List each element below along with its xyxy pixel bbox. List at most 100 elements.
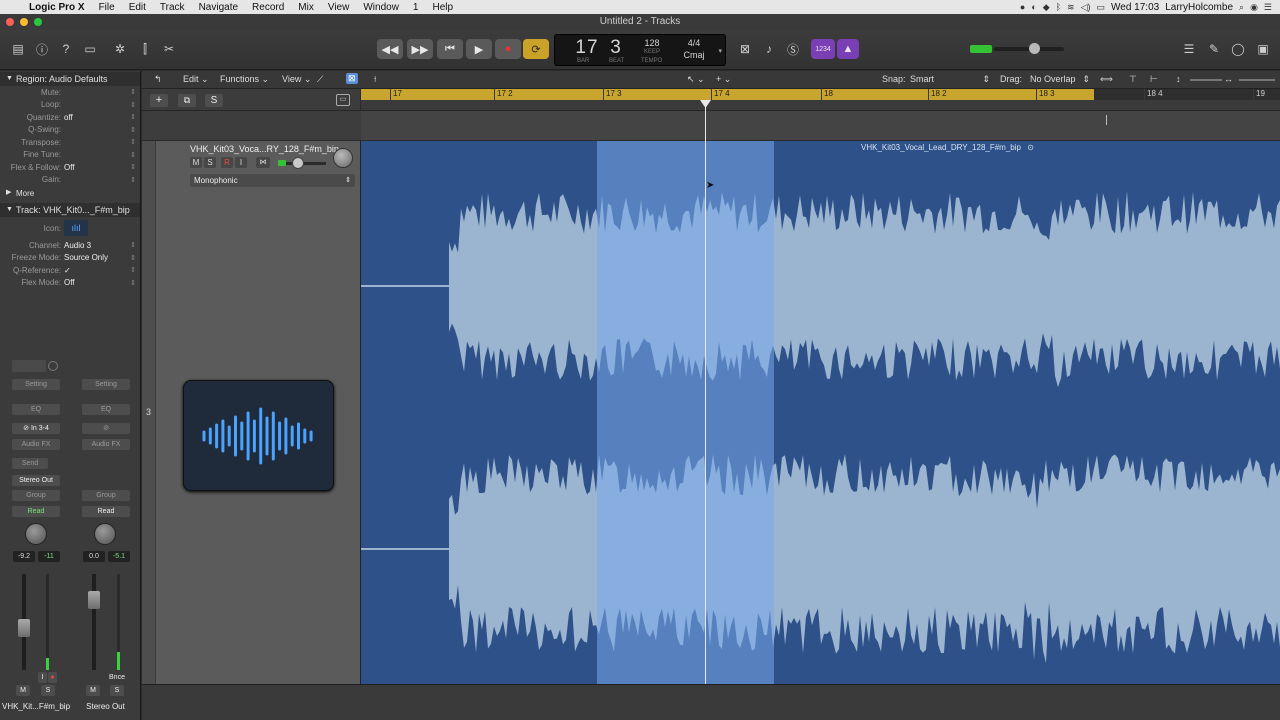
strip2-link-icon[interactable]: ⊘: [82, 423, 130, 434]
region-inspector-header[interactable]: ▼ Region: Audio Defaults: [0, 72, 140, 86]
menu-record[interactable]: Record: [245, 2, 291, 13]
lcd-dropdown-icon[interactable]: ▾: [718, 47, 722, 55]
strip2-name[interactable]: Stereo Out: [70, 702, 141, 711]
strip1-input-slot[interactable]: ⊘ In 3-4: [12, 423, 60, 434]
stepper-arrow-icon[interactable]: ⇕: [130, 176, 136, 184]
disclosure-triangle-icon[interactable]: ▼: [6, 203, 13, 217]
global-tracks-icon[interactable]: ▭: [336, 94, 350, 106]
stepper-arrow-icon[interactable]: ⇕: [130, 266, 136, 274]
volume-icon[interactable]: ◁): [1081, 2, 1091, 13]
region-value[interactable]: off: [64, 113, 73, 122]
strip2-fader-handle[interactable]: [88, 591, 100, 609]
quick-help-icon[interactable]: ?: [57, 40, 75, 58]
audio-region-waveform[interactable]: [361, 141, 1280, 684]
menubar-clock[interactable]: Wed 17:03: [1111, 2, 1159, 13]
notification-center-icon[interactable]: ☰: [1264, 2, 1272, 13]
stepper-arrow-icon[interactable]: ⇕: [130, 101, 136, 109]
track-freeze-icon[interactable]: ⋈: [256, 157, 270, 168]
fast-forward-button[interactable]: ▶▶: [407, 39, 433, 59]
region-row[interactable]: Transpose: ⇕: [0, 136, 140, 149]
editors-icon[interactable]: ✂: [160, 40, 178, 58]
status-icon[interactable]: ●: [1020, 2, 1025, 12]
track-value[interactable]: ✓: [64, 266, 71, 275]
playhead[interactable]: [705, 100, 706, 720]
strip2-volume-readout[interactable]: 0.0: [83, 551, 105, 562]
track-row[interactable]: Freeze Mode: Source Only ⇕: [0, 252, 140, 265]
functions-menu[interactable]: Functions ⌄: [220, 74, 269, 85]
menu-view[interactable]: View: [321, 2, 357, 13]
rewind-button[interactable]: ◀◀: [377, 39, 403, 59]
zoom-selector-icon[interactable]: ⟊: [374, 74, 376, 85]
record-button[interactable]: ●: [495, 39, 521, 59]
menu-file[interactable]: File: [92, 2, 122, 13]
strip1-peak-readout[interactable]: -11: [38, 551, 60, 562]
track-inspector-header[interactable]: ▼ Track: VHK_Kit0..._F#m_bip: [0, 203, 140, 217]
loop-browser-icon[interactable]: ◯: [1229, 40, 1247, 58]
menu-edit[interactable]: Edit: [122, 2, 153, 13]
toolbar-toggle-icon[interactable]: ▭: [81, 40, 99, 58]
strip1-mute-button[interactable]: M: [16, 685, 30, 696]
strip2-mute-button[interactable]: M: [86, 685, 100, 696]
tuner-icon[interactable]: ♪: [760, 40, 778, 58]
vertical-zoom-icon[interactable]: ↕: [1176, 74, 1181, 84]
stepper-arrow-icon[interactable]: ⇕: [130, 163, 136, 171]
strip2-eq-button[interactable]: EQ: [82, 404, 130, 415]
stepper-arrow-icon[interactable]: ⇕: [130, 254, 136, 262]
region-row[interactable]: Loop: ⇕: [0, 99, 140, 112]
region-row[interactable]: Mute: ⇕: [0, 86, 140, 99]
siri-icon[interactable]: ◉: [1250, 2, 1258, 13]
strip2-pan-knob[interactable]: [94, 523, 116, 545]
catch-playhead-icon[interactable]: ⊠: [346, 73, 358, 84]
strip1-fader-handle[interactable]: [18, 619, 30, 637]
notepad-icon[interactable]: ✎: [1205, 40, 1223, 58]
strip1-volume-readout[interactable]: -9.2: [13, 551, 35, 562]
waveform-zoom-icon[interactable]: ⟺: [1100, 74, 1113, 85]
drag-dropdown[interactable]: No Overlap ⇕: [1030, 74, 1090, 84]
back-arrow-icon[interactable]: ↰: [154, 74, 162, 85]
strip1-solo-button[interactable]: S: [41, 685, 55, 696]
stepper-arrow-icon[interactable]: ⇕: [130, 279, 136, 287]
track-value[interactable]: Off: [64, 278, 75, 287]
strip1-audio-fx-slot[interactable]: Audio FX: [12, 439, 60, 450]
strip2-audio-fx-slot[interactable]: Audio FX: [82, 439, 130, 450]
region-row[interactable]: Flex & Follow: Off ⇕: [0, 161, 140, 174]
disclosure-triangle-icon[interactable]: ▼: [6, 72, 13, 86]
strip2-solo-button[interactable]: S: [110, 685, 124, 696]
track-row[interactable]: Channel: Audio 3 ⇕: [0, 239, 140, 252]
menubar-user[interactable]: LarryHolcombe: [1165, 2, 1233, 13]
strip2-setting-button[interactable]: Setting: [82, 379, 130, 390]
disclosure-triangle-icon[interactable]: ▶: [6, 186, 11, 200]
track-mute-button[interactable]: M: [190, 157, 202, 168]
flex-mode-dropdown[interactable]: Monophonic ⇕: [190, 174, 355, 187]
vertical-zoom-slider[interactable]: [1190, 79, 1222, 81]
region-name[interactable]: VHK_Kit03_Vocal_Lead_DRY_128_F#m_bip ⊙: [861, 143, 1034, 152]
solo-mode-icon[interactable]: Ⓢ: [784, 40, 802, 58]
strip1-input-monitor-button[interactable]: I: [38, 672, 47, 683]
menu-track[interactable]: Track: [153, 2, 192, 13]
menu-help[interactable]: Help: [425, 2, 460, 13]
pointer-tool-icon[interactable]: ↖ ⌄: [687, 74, 705, 85]
duplicate-track-icon[interactable]: ⧉: [178, 94, 196, 107]
flex-icon[interactable]: ⟋: [317, 74, 323, 85]
track-name[interactable]: VHK_Kit03_Voca...RY_128_F#m_bip: [190, 144, 339, 154]
metronome-button[interactable]: ▲: [837, 39, 859, 59]
strip1-automation-mode[interactable]: Read: [12, 506, 60, 517]
strip1-eq-button[interactable]: EQ: [12, 404, 60, 415]
wifi-icon[interactable]: ≋: [1067, 2, 1075, 13]
go-to-beginning-button[interactable]: ⏮: [437, 39, 463, 59]
track-record-button[interactable]: R: [221, 157, 233, 168]
browser-icon[interactable]: ▣: [1254, 40, 1272, 58]
cycle-button[interactable]: ⟳: [523, 39, 549, 59]
more-disclosure[interactable]: ▶ More: [0, 186, 140, 200]
track-value[interactable]: Source Only: [64, 253, 108, 262]
track-input-monitor-button[interactable]: I: [235, 157, 247, 168]
add-track-button[interactable]: +: [150, 94, 168, 107]
stepper-arrow-icon[interactable]: ⇕: [130, 88, 136, 96]
strip1-record-enable-button[interactable]: ●: [48, 672, 57, 683]
strip2-fader-track[interactable]: [92, 574, 96, 670]
menu-1[interactable]: 1: [406, 2, 426, 13]
view-menu[interactable]: View ⌄: [282, 74, 311, 85]
strip1-group-slot[interactable]: Group: [12, 490, 60, 501]
strip2-peak-readout[interactable]: -5.1: [108, 551, 130, 562]
stepper-arrow-icon[interactable]: ⇕: [130, 138, 136, 146]
